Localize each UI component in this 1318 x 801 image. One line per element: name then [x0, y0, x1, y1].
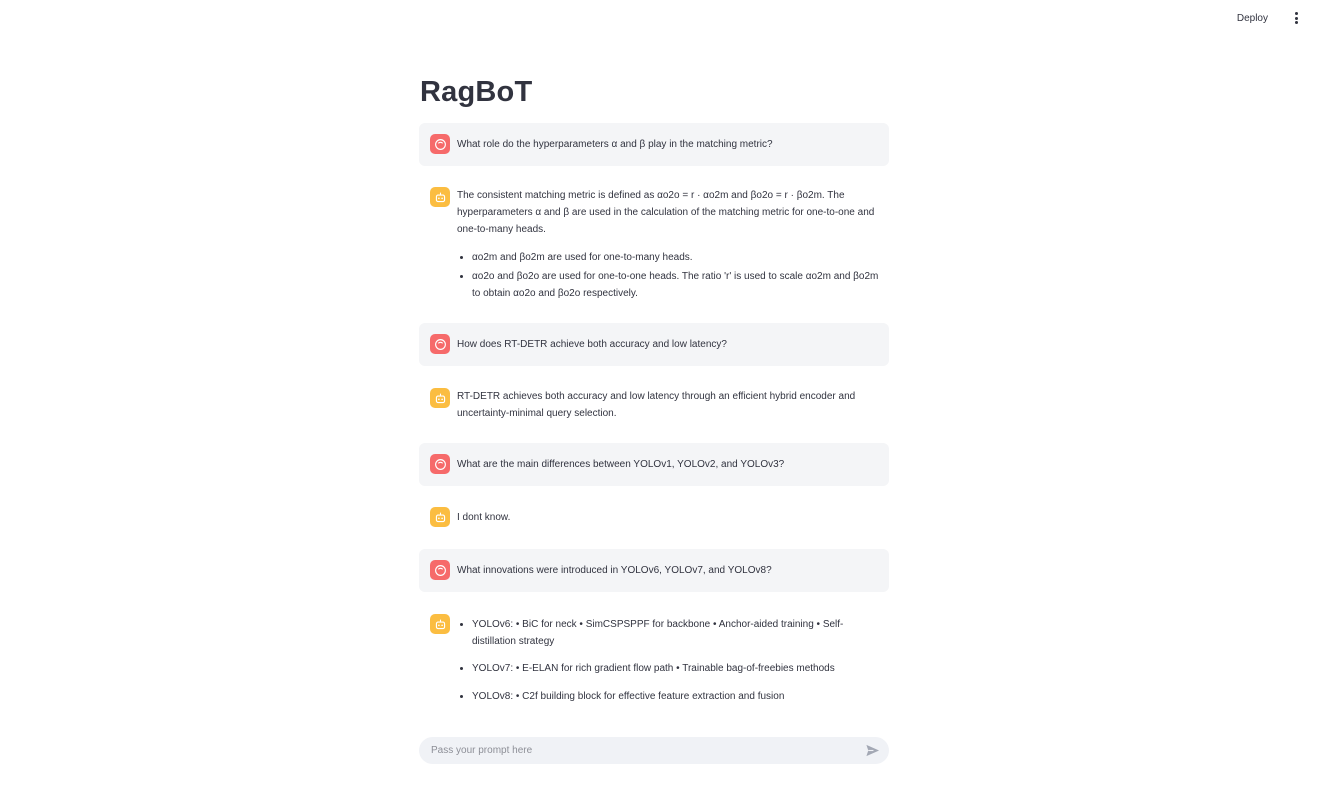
list-item: YOLOv8: • C2f building block for effecti… [472, 688, 885, 705]
more-vert-icon[interactable] [1292, 12, 1300, 26]
message-text: What are the main differences between YO… [457, 459, 785, 470]
message-text: What innovations were introduced in YOLO… [457, 565, 772, 576]
list-item: αo2m and βo2m are used for one-to-many h… [472, 249, 885, 266]
chat-message-assistant: I dont know. [419, 496, 889, 540]
page-title: RagBoT [420, 76, 533, 108]
message-text: The consistent matching metric is define… [457, 190, 875, 235]
list-item: YOLOv7: • E-ELAN for rich gradient flow … [472, 660, 885, 677]
send-icon[interactable] [865, 743, 880, 758]
user-face-icon [430, 134, 450, 154]
message-list: αo2m and βo2m are used for one-to-many h… [457, 249, 885, 302]
chat-message-assistant: RT-DETR achieves both accuracy and low l… [419, 376, 889, 434]
message-text: I dont know. [457, 512, 511, 523]
message-text: How does RT-DETR achieve both accuracy a… [457, 339, 727, 350]
robot-icon [430, 388, 450, 408]
robot-icon [430, 614, 450, 634]
list-item: αo2o and βo2o are used for one-to-one he… [472, 268, 885, 302]
chat-message-user: What are the main differences between YO… [419, 443, 889, 486]
chat-message-user: What role do the hyperparameters α and β… [419, 123, 889, 166]
chat-message-assistant: The consistent matching metric is define… [419, 175, 889, 310]
prompt-input[interactable] [431, 737, 851, 764]
message-list: YOLOv6: • BiC for neck • SimCSPSPPF for … [457, 616, 885, 705]
user-face-icon [430, 454, 450, 474]
chat-message-user: How does RT-DETR achieve both accuracy a… [419, 323, 889, 366]
robot-icon [430, 507, 450, 527]
chat-input-bar [419, 737, 889, 764]
list-item: YOLOv6: • BiC for neck • SimCSPSPPF for … [472, 616, 885, 650]
robot-icon [430, 187, 450, 207]
user-face-icon [430, 334, 450, 354]
user-face-icon [430, 560, 450, 580]
message-text: RT-DETR achieves both accuracy and low l… [457, 391, 856, 419]
chat-message-assistant: YOLOv6: • BiC for neck • SimCSPSPPF for … [419, 604, 889, 708]
message-text: What role do the hyperparameters α and β… [457, 139, 773, 150]
top-toolbar: Deploy [0, 0, 1318, 38]
chat-message-user: What innovations were introduced in YOLO… [419, 549, 889, 592]
deploy-button[interactable]: Deploy [1237, 13, 1268, 24]
